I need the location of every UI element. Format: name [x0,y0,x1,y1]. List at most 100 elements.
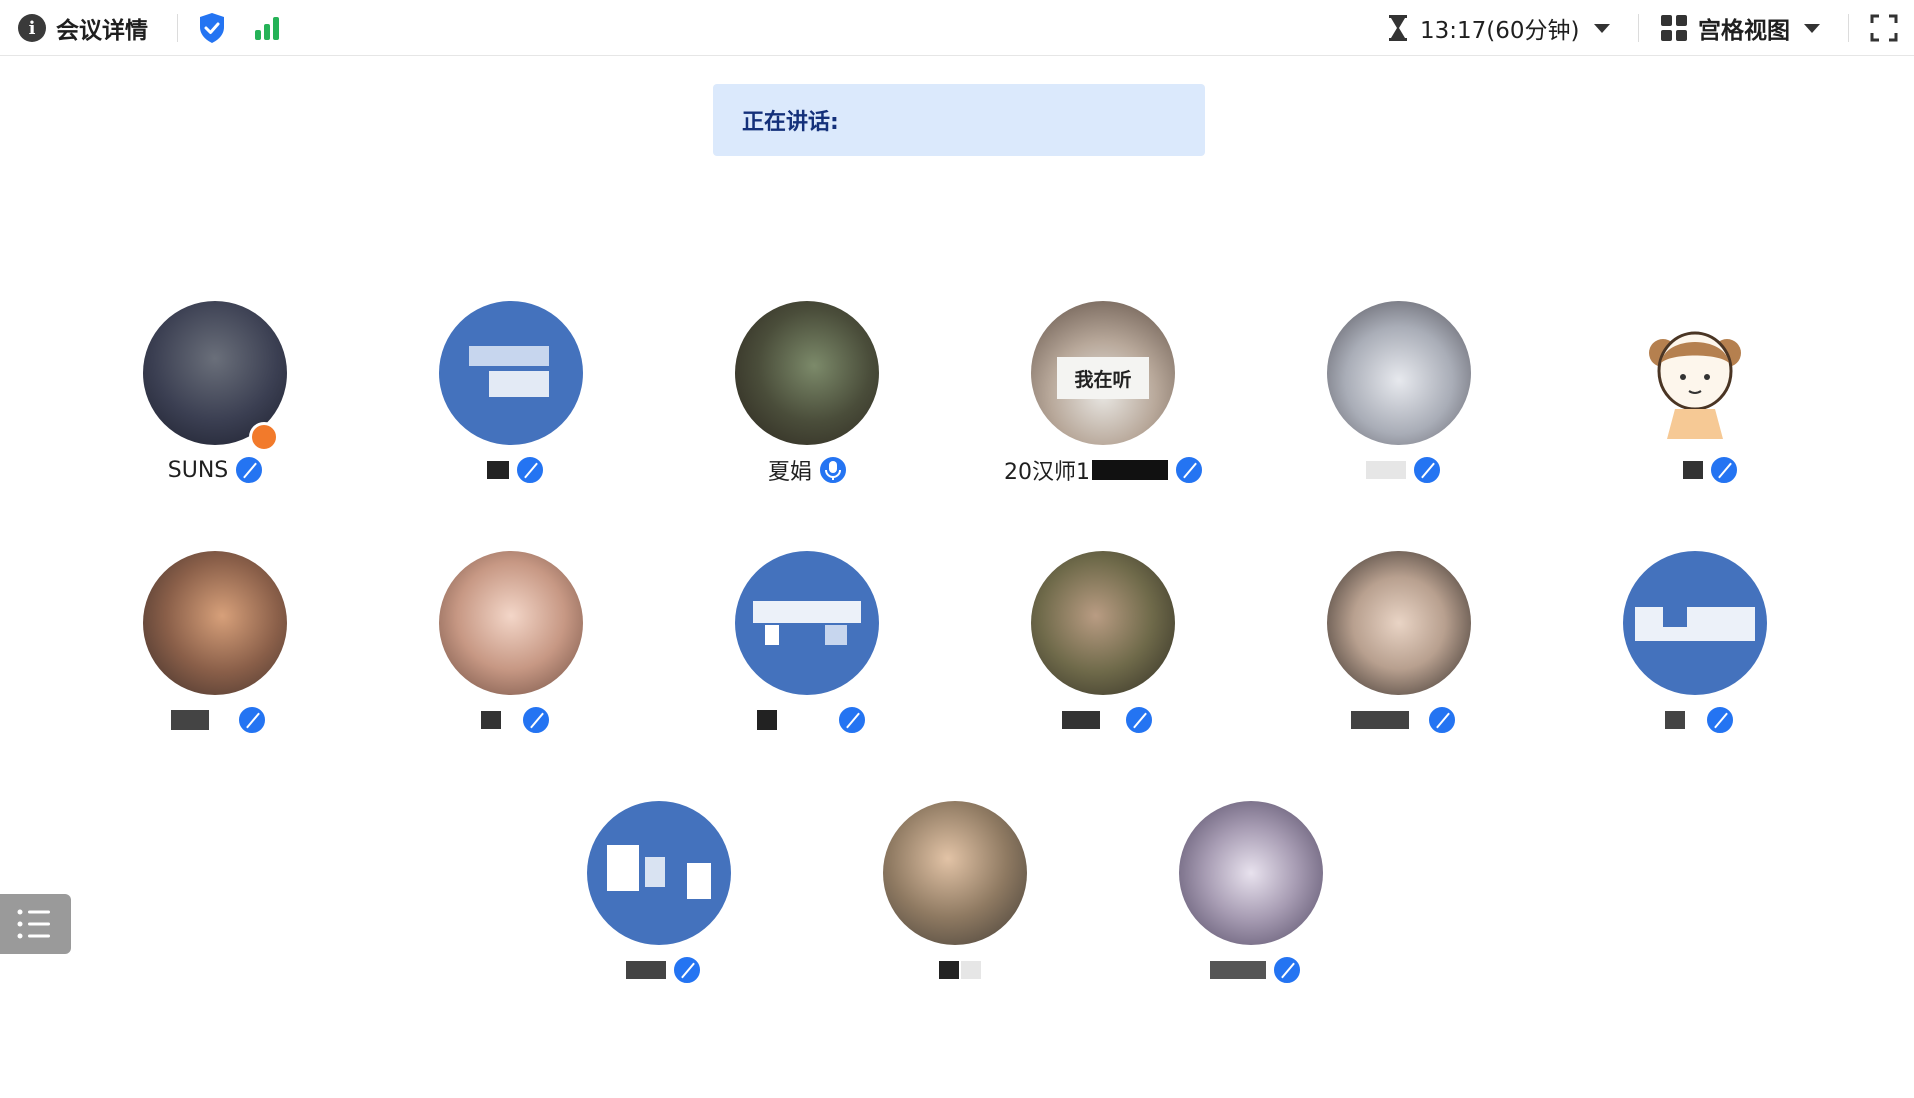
meeting-details-label: 会议详情 [56,18,148,44]
name-redaction [1092,460,1168,480]
info-icon: i [18,14,46,42]
participant-tile[interactable] [708,551,908,751]
mic-muted-icon [1427,705,1457,735]
participant-tile[interactable] [560,801,760,1001]
name-redaction [1351,711,1409,729]
divider [1848,14,1849,42]
chevron-down-icon [1593,23,1610,33]
participant-tile[interactable] [1152,801,1352,1001]
mic-muted-icon [1709,455,1739,485]
network-status[interactable] [253,0,281,56]
view-mode-dropdown[interactable]: 宫格视图 [1660,0,1820,56]
participant-tile[interactable] [116,551,316,751]
view-mode-label: 宫格视图 [1698,18,1790,44]
avatar [439,301,583,445]
participant-name-row [1596,453,1796,487]
name-redaction [757,710,777,730]
participant-tile[interactable] [1300,551,1500,751]
participant-tile[interactable] [1300,301,1500,501]
cartoon-avatar-icon [1649,331,1741,439]
avatar [735,551,879,695]
avatar [1179,801,1323,945]
participant-name-row [708,703,908,737]
participant-tile[interactable] [1596,551,1796,751]
participant-name: 夏娟 [767,460,812,485]
speaking-banner: 正在讲话: [713,84,1205,156]
participant-name-row [116,703,316,737]
top-bar: i 会议详情 13:17(60分钟) 宫格视图 [0,0,1914,56]
name-redaction [1062,711,1100,729]
mic-muted-icon [837,705,867,735]
avatar [439,551,583,695]
speaking-label: 正在讲话: [742,110,839,135]
timer-text: 13:17(60分钟) [1420,18,1580,44]
participant-tile[interactable] [412,551,612,751]
avatar [1623,551,1767,695]
fullscreen-icon [1870,14,1898,42]
participant-tile[interactable] [856,801,1056,1001]
mic-muted-icon [521,705,551,735]
name-redaction [481,711,501,729]
participant-name-row [1300,703,1500,737]
name-redaction [1683,461,1703,479]
participant-name-row [856,953,1056,987]
avatar-sign-text: 我在听 [1074,368,1132,391]
participant-name-row: SUNS [116,453,316,487]
name-redaction [961,961,981,979]
meeting-details-button[interactable]: i 会议详情 [18,0,148,56]
mic-muted-icon [1124,705,1154,735]
mic-muted-icon [237,705,267,735]
participant-name-row [560,953,760,987]
avatar [883,801,1027,945]
name-redaction [1665,711,1685,729]
meeting-timer[interactable]: 13:17(60分钟) [1388,0,1610,56]
mic-muted-icon [1412,455,1442,485]
list-icon [17,909,50,939]
mic-muted-icon [515,455,545,485]
divider [1638,14,1639,42]
security-button[interactable] [198,0,226,56]
hourglass-icon [1389,15,1407,41]
divider [177,14,178,42]
grid-icon [1661,15,1687,41]
signal-bars-icon [255,17,279,40]
mic-muted-icon [234,455,265,485]
participant-name-row: 夏娟 [708,453,908,487]
participant-name-row [1004,703,1204,737]
mic-muted-icon [1272,955,1302,985]
participant-tile[interactable]: 我在听 20汉师1 [1004,301,1204,501]
name-redaction [1210,961,1266,979]
name-redaction [487,461,509,479]
participant-tile[interactable]: SUNS [116,301,316,501]
participant-name-row [1596,703,1796,737]
participant-name-row [1152,953,1352,987]
name-redaction [626,961,666,979]
participant-name-row [412,703,612,737]
participant-name: SUNS [167,457,229,483]
avatar [1327,301,1471,445]
participant-tile[interactable]: 夏娟 [708,301,908,501]
chevron-down-icon [1804,23,1820,33]
name-redaction [171,710,209,730]
avatar [1031,551,1175,695]
avatar [735,301,879,445]
participant-name: 20汉师1 [1004,460,1090,485]
participant-tile[interactable] [1004,551,1204,751]
participant-tile[interactable] [1596,301,1796,501]
avatar: 我在听 [1031,301,1175,445]
avatar [1623,301,1767,445]
participant-list-button[interactable] [0,894,71,954]
name-redaction [1366,461,1406,479]
mic-muted-icon [672,955,702,985]
avatar [1327,551,1471,695]
mic-muted-icon [1705,705,1735,735]
fullscreen-button[interactable] [1870,0,1898,56]
shield-check-icon [200,13,224,43]
participant-tile[interactable] [412,301,612,501]
participant-name-row [1300,453,1500,487]
participant-name-row [412,453,612,487]
participant-name-row: 20汉师1 [1004,453,1204,487]
mic-icon [818,455,848,485]
avatar [587,801,731,945]
name-redaction [939,961,959,979]
